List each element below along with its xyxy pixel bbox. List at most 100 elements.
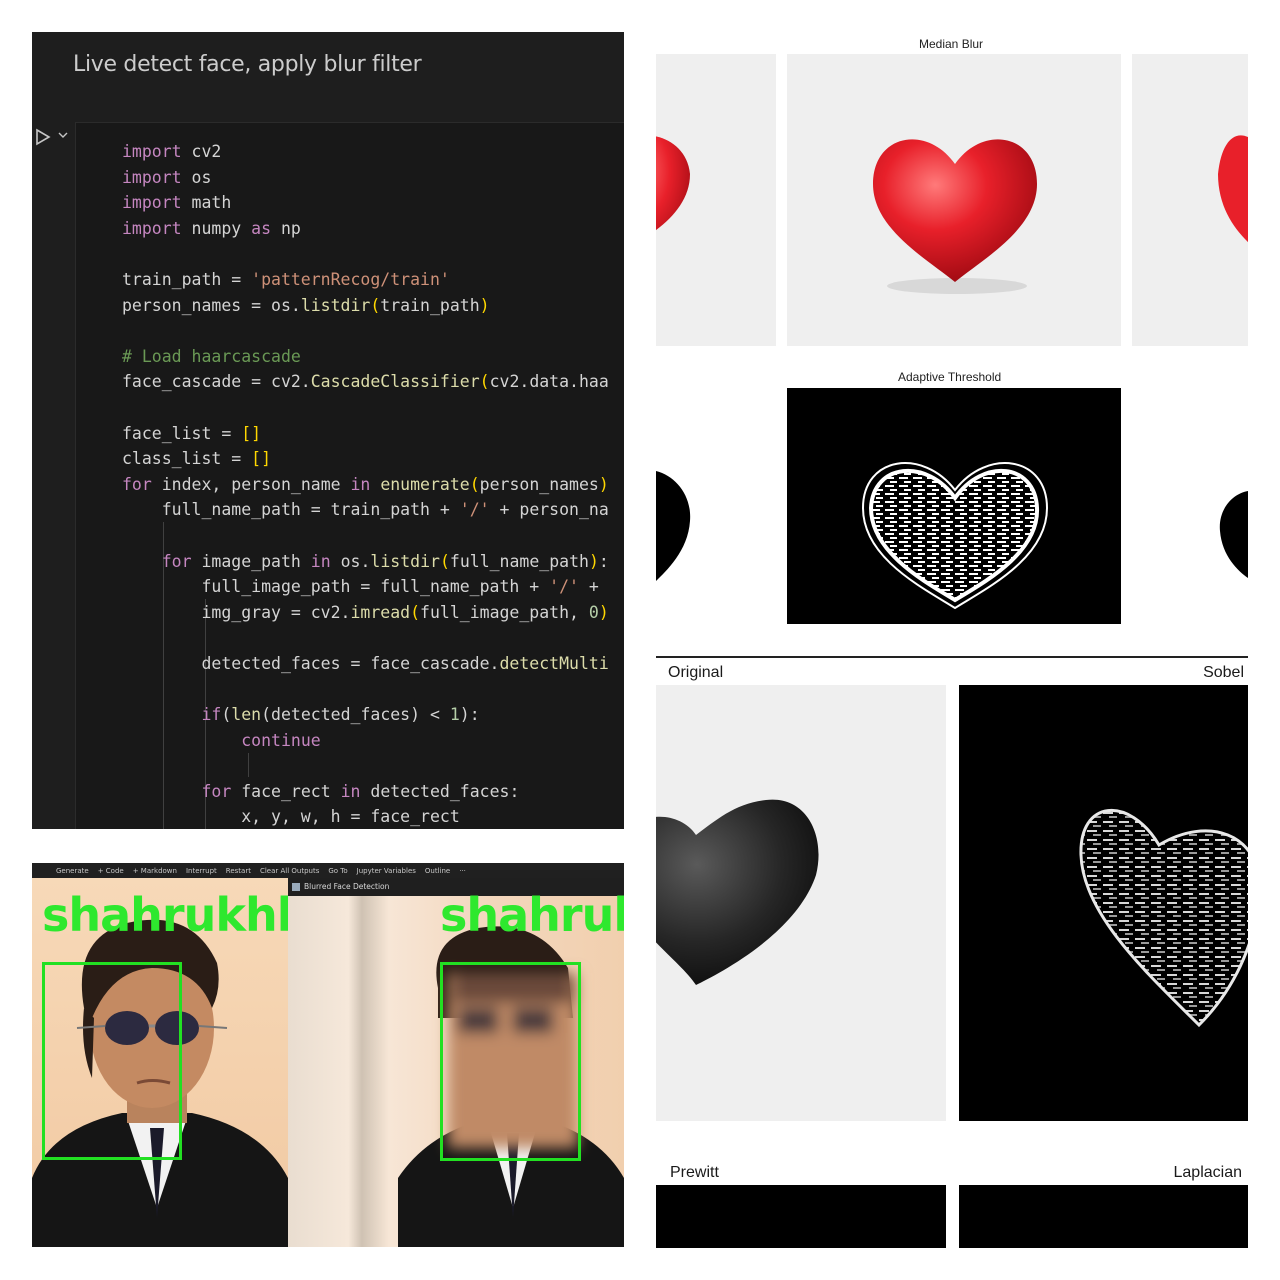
- toolbar-item[interactable]: Jupyter Variables: [357, 867, 416, 875]
- blurred-face-window: Blurred Face Detection shahrukhkh: [288, 878, 624, 1247]
- code-token: os: [181, 167, 212, 187]
- code-line: face_cascade = cv2.CascadeClassifier(cv2…: [122, 369, 609, 395]
- code-token: full_image_path,: [420, 602, 589, 622]
- code-token: detectMulti: [499, 653, 609, 673]
- toolbar-item[interactable]: Restart: [226, 867, 251, 875]
- code-line: import numpy as np: [122, 216, 609, 242]
- chevron-down-icon[interactable]: [56, 128, 70, 142]
- detected-face-image: shahrukhkh: [32, 878, 288, 1247]
- code-token: ):: [459, 705, 480, 725]
- code-token: np: [271, 218, 301, 238]
- code-token: person_names: [479, 474, 599, 494]
- code-token: image_path: [191, 551, 311, 571]
- code-token: 0: [588, 602, 599, 622]
- code-line: person_names = os.listdir(train_path): [122, 293, 609, 319]
- heart-edge-icon: [1079, 808, 1248, 1028]
- filter-output-panel: Median Blur Adaptive Threshold: [656, 36, 1248, 636]
- laplacian-title: Laplacian: [1173, 1164, 1243, 1181]
- heart-icon: [656, 136, 690, 231]
- code-token: face_rect: [231, 781, 341, 801]
- code-token: (: [370, 295, 381, 315]
- code-token: math: [181, 193, 232, 213]
- code-token: import: [122, 142, 182, 161]
- code-token: in: [350, 474, 371, 494]
- adaptive-threshold-tile: [787, 388, 1121, 624]
- code-token: for: [122, 474, 152, 494]
- code-line: import cv2: [122, 139, 609, 165]
- code-token: (detected_faces) <: [261, 705, 450, 725]
- median-center-tile: [787, 54, 1121, 346]
- code-token: listdir: [370, 551, 440, 571]
- person-name-label-blurred: shahrukhkh: [440, 888, 624, 942]
- code-token: (: [439, 551, 450, 571]
- notebook-toolbar: Generate + Code + Markdown Interrupt Restart…: [32, 863, 624, 878]
- code-token: 1: [449, 705, 460, 725]
- toolbar-item[interactable]: Outline: [425, 867, 450, 875]
- code-token: cv2: [181, 142, 222, 161]
- sobel-title: Sobel: [1203, 664, 1244, 681]
- adaptive-threshold-title: Adaptive Threshold: [898, 370, 1002, 384]
- face-detection-screenshot: Generate + Code + Markdown Interrupt Restart…: [32, 863, 624, 1247]
- panel-divider: [656, 656, 1248, 658]
- prewitt-title: Prewitt: [670, 1164, 719, 1181]
- toolbar-item[interactable]: Go To: [328, 867, 347, 875]
- median-blur-title: Median Blur: [919, 37, 984, 51]
- code-line: full_name_path = train_path + '/' + pers…: [122, 497, 609, 523]
- code-token: []: [251, 449, 272, 469]
- code-line: # Load haarcascade: [122, 344, 609, 370]
- code-editor[interactable]: import cv2 import os import math import num…: [75, 122, 624, 829]
- code-line: class_list = []: [122, 446, 609, 472]
- code-token: in: [310, 551, 331, 571]
- sobel-tile: [959, 685, 1248, 1121]
- code-line: x, y, w, h = face_rect: [122, 804, 609, 829]
- edge-detection-panel: Original Sobel Prewitt Laplacian: [656, 656, 1248, 1248]
- toolbar-item[interactable]: + Markdown: [133, 867, 177, 875]
- code-token: (: [469, 474, 480, 494]
- code-token: + person_na: [489, 500, 609, 520]
- code-token: cv2.data.haa: [489, 372, 609, 392]
- toolbar-item[interactable]: ···: [459, 867, 466, 875]
- code-token: img_gray = cv2.: [122, 602, 351, 622]
- play-icon[interactable]: [34, 128, 52, 146]
- code-token: ): [588, 551, 599, 571]
- toolbar-item[interactable]: Clear All Outputs: [260, 867, 319, 875]
- heart-fragment-right: [1219, 491, 1248, 578]
- code-line: detected_faces = face_cascade.detectMult…: [122, 651, 609, 677]
- notebook-cell: Live detect face, apply blur filter impo…: [32, 32, 624, 829]
- prewitt-tile: [656, 1185, 946, 1248]
- blurred-face-bounding-box: [440, 962, 581, 1161]
- toolbar-item[interactable]: Interrupt: [186, 867, 217, 875]
- code-token: for: [201, 781, 232, 801]
- heart-outline-icon: [861, 462, 1049, 610]
- code-token: listdir: [300, 295, 371, 315]
- person-name-label: shahrukhkh: [42, 888, 288, 942]
- code-line: train_path = 'patternRecog/train': [122, 267, 609, 293]
- code-token: for: [161, 551, 192, 571]
- toolbar-item[interactable]: + Code: [98, 867, 124, 875]
- code-token: []: [241, 423, 262, 443]
- heart-icon: [1218, 135, 1248, 243]
- code-token: ): [598, 602, 609, 622]
- code-token: (: [221, 705, 232, 725]
- code-line: img_gray = cv2.imread(full_image_path, 0…: [122, 600, 609, 626]
- code-token: in: [340, 781, 361, 801]
- median-left-tile: [656, 54, 776, 346]
- code-token: :: [598, 551, 609, 571]
- code-line: for image_path in os.listdir(full_name_p…: [122, 549, 609, 575]
- code-token: import: [122, 218, 182, 238]
- code-token: import: [122, 193, 182, 213]
- code-token: CascadeClassifier: [310, 372, 480, 392]
- code-token: x, y, w, h = face_rect: [122, 807, 460, 827]
- code-line: import math: [122, 190, 609, 216]
- code-token: '/': [549, 577, 579, 597]
- heart-icon: [873, 139, 1037, 294]
- toolbar-item[interactable]: Generate: [56, 867, 89, 875]
- code-token: face_cascade = cv2.: [122, 372, 311, 392]
- code-token: 'patternRecog/train': [251, 269, 450, 289]
